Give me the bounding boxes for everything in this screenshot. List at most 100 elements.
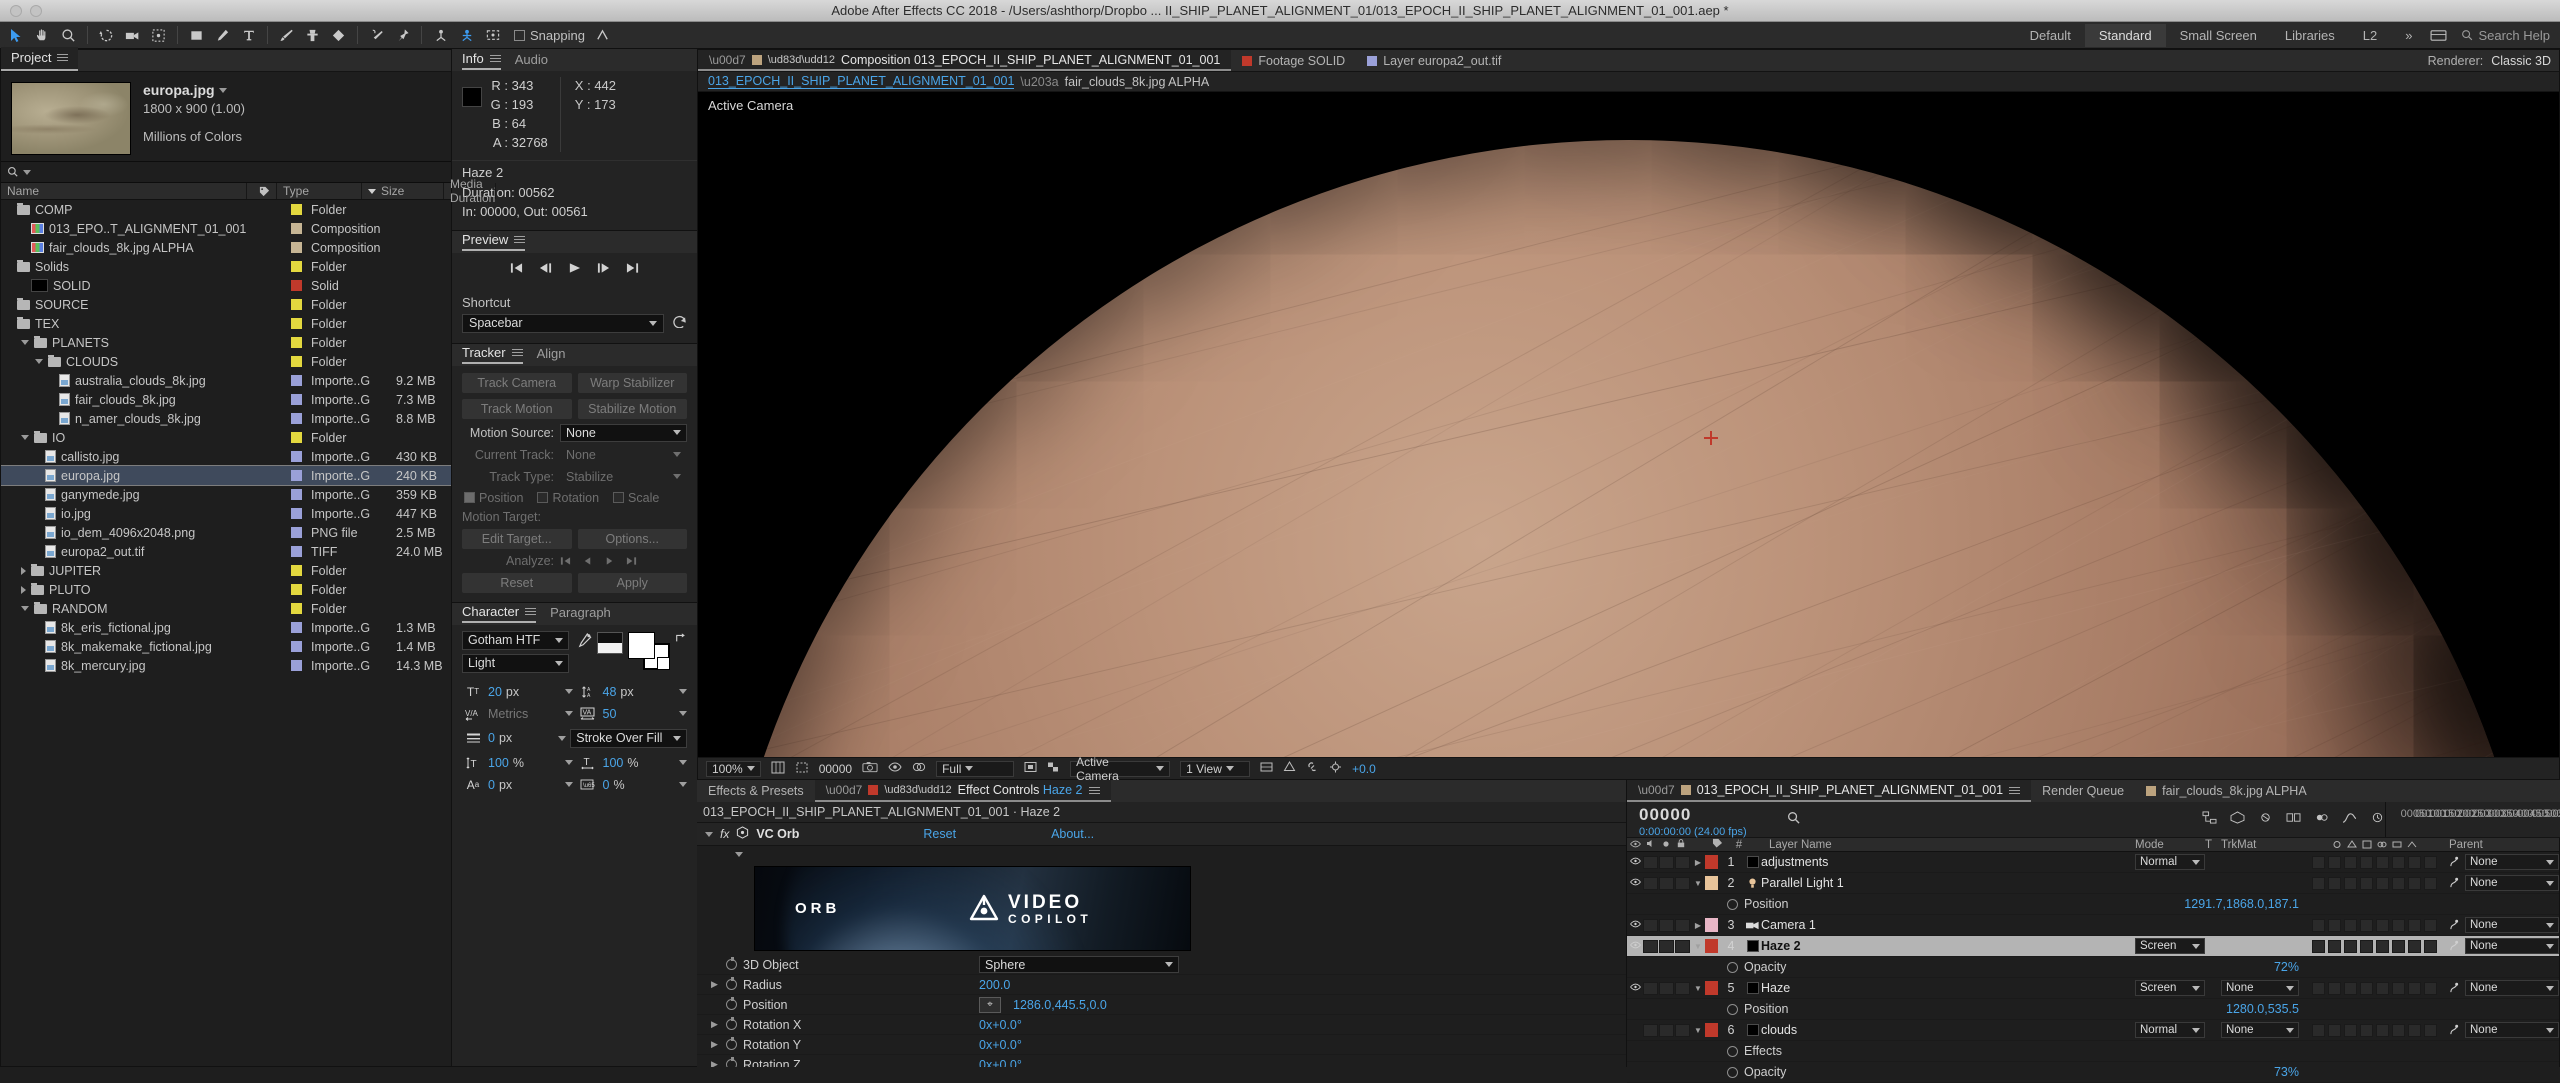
motion-blur-switch[interactable] [2391,876,2405,890]
tracker-reset-button[interactable]: Reset [462,572,572,593]
layer-solo-toggle[interactable] [1659,918,1674,932]
region-interest-toggle-icon[interactable] [1024,761,1037,776]
baseline-shift-value[interactable]: 0 [488,778,495,792]
motion-blur-switch[interactable] [2391,855,2405,869]
frame-blend-switch[interactable] [2375,918,2389,932]
workspace-l2[interactable]: L2 [2349,24,2391,47]
timeline-layer-row[interactable]: ▼ 4 Haze 2 Screen None [1627,936,2559,957]
eraser-tool-icon[interactable] [326,24,351,47]
frame-blend-switch[interactable] [2375,876,2389,890]
workspace-overflow-icon[interactable]: » [2391,24,2426,47]
stopwatch-icon[interactable] [726,997,737,1010]
project-item-row[interactable]: io_dem_4096x2048.png PNG file 2.5 MB [1,523,451,542]
tracking-value[interactable]: 50 [603,707,617,721]
effects-switch[interactable] [2359,939,2373,953]
project-item-label-color[interactable] [281,641,311,652]
layer-audio-toggle[interactable] [1643,981,1658,995]
no-color-swatch[interactable] [657,656,670,670]
project-item-row[interactable]: RANDOM Folder [1,599,451,618]
current-track-select[interactable]: None [560,446,687,464]
chevron-down-icon[interactable] [558,735,567,741]
quality-switch[interactable] [2343,1023,2357,1037]
stopwatch-icon[interactable] [726,1037,737,1050]
chevron-down-icon[interactable] [564,689,573,695]
exposure-value[interactable]: +0.0 [1352,762,1376,776]
timeline-property-row[interactable]: Opacity 73% [1627,1062,2559,1083]
layer-visibility-icon[interactable] [1627,919,1643,931]
puppet-pin-tool-icon[interactable] [390,24,415,47]
transparency-grid-icon[interactable] [1047,761,1060,776]
effect-property-value[interactable]: 0x+0.0° [979,1018,1022,1032]
reset-shortcut-icon[interactable] [672,315,687,332]
effects-switch[interactable] [2359,876,2373,890]
project-item-label-color[interactable] [281,299,311,310]
project-item-row[interactable]: SOURCE Folder [1,295,451,314]
layer-parent-cell[interactable]: None [2449,980,2559,996]
layer-name[interactable]: Haze [1761,981,2135,995]
layer-switches[interactable] [2299,1023,2449,1037]
timeline-property-row[interactable]: Opacity 72% [1627,957,2559,978]
effects-switch[interactable] [2359,1023,2373,1037]
quality-switch[interactable] [2343,939,2357,953]
leading-value[interactable]: 48 [603,685,617,699]
layer-mode-select[interactable]: Screen [2135,980,2205,996]
timeline-layer-row[interactable]: ▶ 3 Camera 1 None [1627,915,2559,936]
effect-property-row[interactable]: ▶ Radius 200.0 [697,975,1626,995]
next-frame-button[interactable] [597,261,610,278]
quality-switch[interactable] [2343,918,2357,932]
snapping-checkbox[interactable] [514,29,525,41]
roto-brush-tool-icon[interactable] [364,24,389,47]
timeline-panel-menu-icon[interactable] [2009,785,2021,796]
timeline-layer-row[interactable]: ▼ 6 clouds Normal None None [1627,1020,2559,1041]
layer-lock-toggle[interactable] [1675,1023,1690,1037]
hand-tool-icon[interactable] [30,24,55,47]
horizontal-scale-value[interactable]: 100 [603,756,624,770]
stabilize-motion-button[interactable]: Stabilize Motion [577,398,687,419]
layer-label-color[interactable] [1705,939,1718,953]
channel-select-icon[interactable] [912,761,926,776]
tab-effect-controls[interactable]: \u00d7 \ud83d\udd12 Effect Controls Haze… [814,780,1111,802]
project-item-row[interactable]: europa.jpg Importe..G 240 KB [1,465,451,486]
project-item-label-color[interactable] [281,451,311,462]
quality-switch[interactable] [2343,855,2357,869]
project-item-row[interactable]: 8k_mercury.jpg Importe..G 14.3 MB [1,656,451,675]
tracker-panel-menu-icon[interactable] [511,347,523,358]
shy-switch[interactable] [2311,876,2325,890]
project-item-label-color[interactable] [281,432,311,443]
layer-parent-select[interactable]: None [2465,1022,2559,1038]
effect-property-value[interactable]: 0x+0.0° [979,1058,1022,1068]
breadcrumb-current[interactable]: 013_EPOCH_II_SHIP_PLANET_ALIGNMENT_01_00… [708,74,1015,89]
resolution-select[interactable]: Full [936,760,1015,777]
project-item-row[interactable]: fair_clouds_8k.jpg ALPHAComposition00562 [1,238,451,257]
layer-lock-toggle[interactable] [1675,939,1690,953]
world-axis-mode-icon[interactable] [454,23,479,47]
layer-parent-select[interactable]: None [2465,980,2559,996]
close-icon[interactable]: \u00d7 [1638,783,1675,797]
show-snapshot-icon[interactable] [888,761,902,776]
layer-solo-toggle[interactable] [1659,855,1674,869]
tab-character[interactable]: Character [462,604,537,624]
layer-mode-cell[interactable]: Screen [2135,938,2205,954]
timeline-property-row[interactable]: Position 1280.0,535.5 [1627,999,2559,1020]
project-item-row[interactable]: australia_clouds_8k.jpg Importe..G 9.2 MB [1,371,451,390]
fill-stroke-swatches[interactable] [628,631,670,670]
adjustment-switch[interactable] [2407,1023,2421,1037]
exposure-icon[interactable] [1329,761,1342,776]
pan-behind-tool-icon[interactable] [146,24,171,47]
eyedropper-icon[interactable] [577,632,592,653]
adjustment-switch[interactable] [2407,939,2421,953]
composition-viewer-stage[interactable]: Active Camera [698,92,2559,757]
project-item-label-color[interactable] [281,660,311,671]
snapshot-icon[interactable] [862,761,878,776]
timeline-layer-list[interactable]: # Layer Name Mode T TrkMat Parent ▶ 1 ad… [1627,838,2560,1083]
layer-audio-toggle[interactable] [1643,918,1658,932]
camera-tool-icon[interactable] [120,24,145,47]
tracker-apply-button[interactable]: Apply [577,572,687,593]
collapse-switch[interactable] [2327,876,2341,890]
shape-tool-icon[interactable] [184,24,209,47]
graph-editor-icon[interactable] [2342,811,2357,828]
layer-parent-select[interactable]: None [2465,938,2559,954]
chevron-down-icon[interactable] [679,711,687,717]
frame-blending-icon[interactable] [2286,811,2301,828]
tab-layer-europa[interactable]: Layer europa2_out.tif [1356,50,1512,71]
